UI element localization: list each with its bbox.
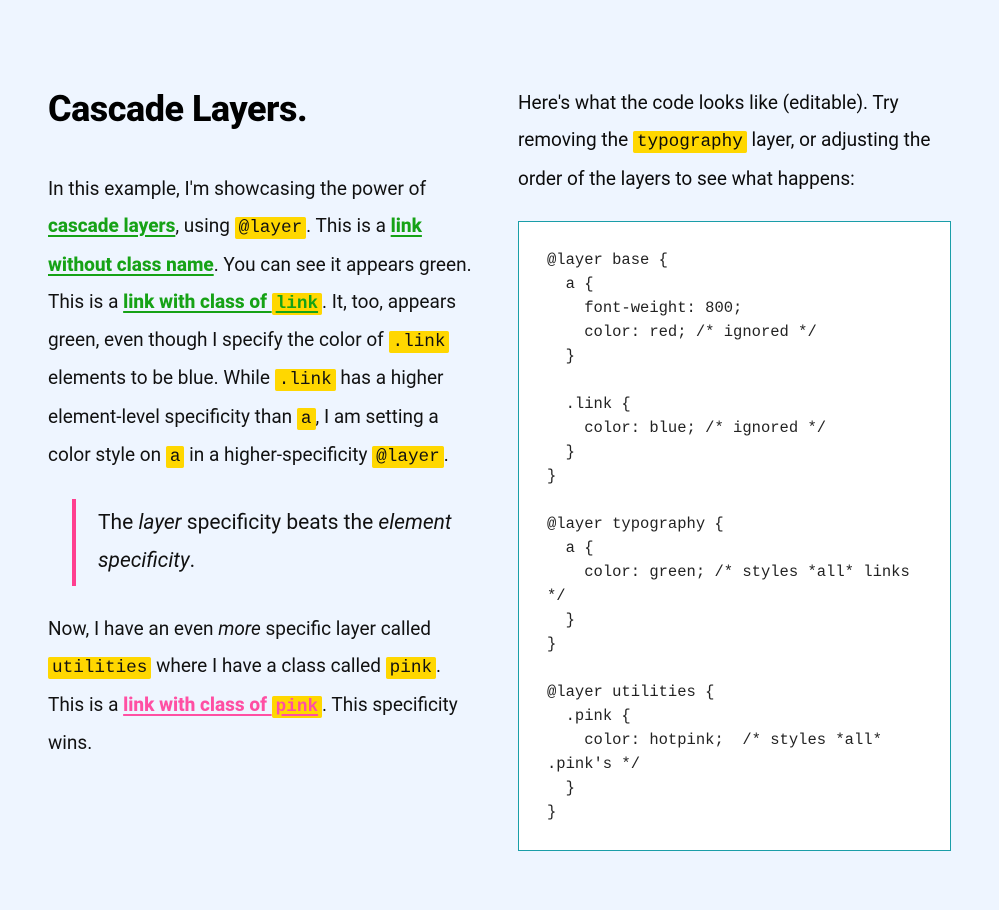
- code-a-1: a: [297, 408, 316, 430]
- code-dot-link-1: .link: [389, 331, 450, 353]
- paragraph-2: Now, I have an even more specific layer …: [48, 610, 478, 761]
- link-with-class-pink[interactable]: link with class of pink: [123, 693, 322, 716]
- link-with-class-link[interactable]: link with class of link: [123, 290, 322, 313]
- left-column: Cascade Layers. In this example, I'm sho…: [48, 48, 478, 851]
- text: .: [444, 443, 449, 466]
- right-intro: Here's what the code looks like (editabl…: [518, 84, 951, 197]
- text: in a higher-specificity: [184, 443, 372, 466]
- paragraph-1: In this example, I'm showcasing the powe…: [48, 170, 478, 475]
- code-typography: typography: [633, 131, 747, 153]
- text: In this example, I'm showcasing the powe…: [48, 177, 426, 200]
- code-at-layer-2: @layer: [372, 446, 444, 468]
- text: elements to be blue. While: [48, 366, 275, 389]
- code-pink-in-link: pink: [272, 696, 322, 718]
- emphasis-layer: layer: [138, 511, 181, 535]
- page-root: Cascade Layers. In this example, I'm sho…: [0, 0, 999, 910]
- emphasis-more: more: [218, 617, 261, 640]
- body-text: In this example, I'm showcasing the powe…: [48, 170, 478, 761]
- code-at-layer: @layer: [235, 217, 307, 239]
- right-column: Here's what the code looks like (editabl…: [518, 48, 951, 851]
- link-cascade-layers[interactable]: cascade layers: [48, 214, 175, 237]
- code-pink: pink: [386, 657, 436, 679]
- blockquote: The layer specificity beats the element …: [72, 499, 478, 587]
- text: specific layer called: [261, 617, 431, 640]
- text: , using: [175, 214, 234, 237]
- text: . This is a: [306, 214, 390, 237]
- code-a-2: a: [166, 446, 185, 468]
- text: where I have a class called: [151, 654, 385, 677]
- text: The: [98, 511, 138, 535]
- css-code-editor[interactable]: @layer base { a { font-weight: 800; colo…: [518, 221, 951, 851]
- code-utilities: utilities: [48, 657, 151, 679]
- code-link-in-link: link: [272, 293, 322, 315]
- link-text: link with class of: [123, 693, 272, 716]
- text: specificity beats the: [182, 511, 379, 535]
- link-text: link with class of: [123, 290, 272, 313]
- text: Now, I have an even: [48, 617, 218, 640]
- page-title: Cascade Layers.: [48, 88, 478, 130]
- code-dot-link-2: .link: [275, 369, 336, 391]
- text: .: [190, 549, 196, 573]
